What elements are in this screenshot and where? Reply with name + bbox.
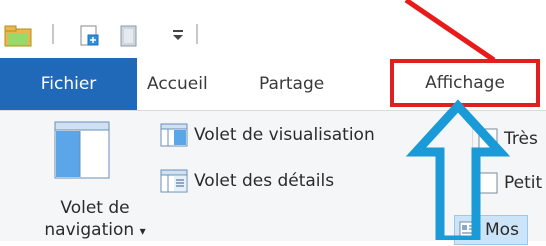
ribbon-tab-bar: Fichier Accueil Partage Affichage <box>0 58 546 110</box>
properties-icon[interactable] <box>78 25 100 51</box>
toolbar-separator <box>196 24 198 44</box>
preview-pane-label: Volet de visualisation <box>194 125 375 145</box>
explorer-ribbon-screenshot: Fichier Accueil Partage Affichage Volet … <box>0 0 546 245</box>
chevron-down-icon: ▾ <box>139 224 146 238</box>
tab-share[interactable]: Partage <box>259 58 324 110</box>
layout-item-2-label: Petit <box>504 173 543 193</box>
new-folder-icon[interactable] <box>118 25 140 51</box>
toolbar-separator <box>52 24 54 44</box>
tab-view[interactable]: Affichage <box>390 59 540 107</box>
navigation-pane-icon <box>54 121 110 183</box>
layout-small-icons[interactable]: Petit <box>478 169 542 197</box>
folder-icon[interactable] <box>4 25 34 51</box>
preview-pane-button[interactable]: Volet de visualisation <box>160 121 375 149</box>
layout-extra-large-icons[interactable]: Très <box>478 125 538 153</box>
layout-item-3-label: Mos <box>485 220 519 240</box>
navigation-pane-label-line1: Volet de <box>60 198 130 218</box>
tab-home[interactable]: Accueil <box>147 58 208 110</box>
large-icons-icon <box>478 128 498 150</box>
navigation-pane-button[interactable]: Volet de navigation ▾ <box>40 117 146 241</box>
tiles-icon <box>459 219 479 241</box>
quick-access-toolbar <box>0 0 546 58</box>
layout-tiles[interactable]: Mos <box>454 215 528 245</box>
tab-file[interactable]: Fichier <box>0 58 137 110</box>
details-pane-icon <box>160 169 188 193</box>
details-pane-label: Volet des détails <box>194 171 335 191</box>
layout-item-1-label: Très <box>504 129 538 149</box>
preview-pane-icon <box>160 123 188 147</box>
qat-dropdown-icon[interactable] <box>170 25 188 43</box>
navigation-pane-label: Volet de navigation ▾ <box>40 197 150 242</box>
navigation-pane-label-line2: navigation ▾ <box>40 219 150 242</box>
ribbon-panel: Volet de navigation ▾ Volet de visualisa… <box>0 110 546 245</box>
small-icons-icon <box>478 172 498 194</box>
details-pane-button[interactable]: Volet des détails <box>160 167 334 195</box>
navigation-pane-text: navigation <box>44 220 135 240</box>
